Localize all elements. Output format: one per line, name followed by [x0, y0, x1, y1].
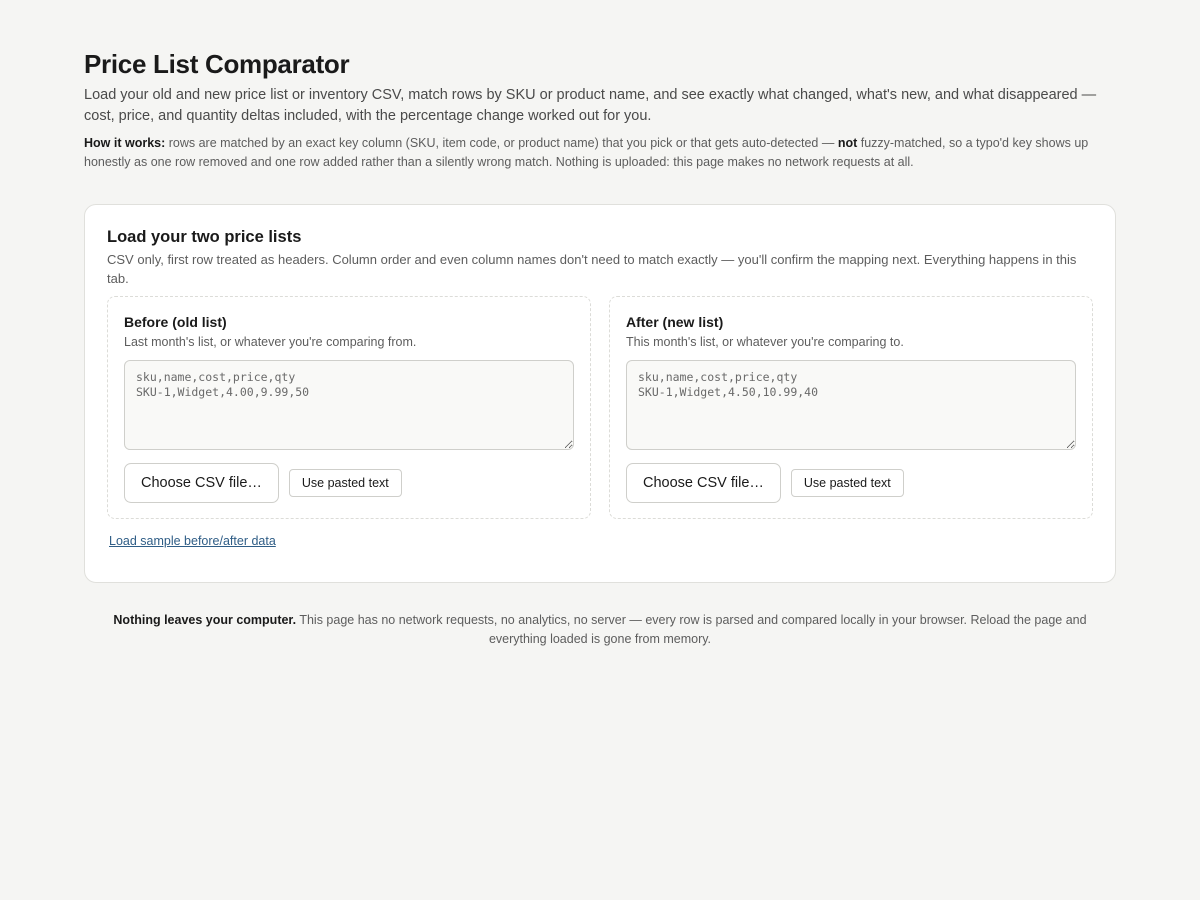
- after-csv-textarea[interactable]: [626, 360, 1076, 450]
- after-panel: After (new list) This month's list, or w…: [609, 296, 1093, 519]
- privacy-footer-bold: Nothing leaves your computer.: [113, 613, 297, 627]
- how-it-works-emphasis: not: [837, 136, 858, 150]
- after-actions: Choose CSV file… Use pasted text: [626, 463, 1076, 503]
- after-panel-hint: This month's list, or whatever you're co…: [626, 335, 904, 349]
- card-title: Load your two price lists: [107, 228, 302, 246]
- after-choose-file-button[interactable]: Choose CSV file…: [626, 463, 781, 503]
- card-subtitle: CSV only, first row treated as headers. …: [107, 252, 1077, 286]
- how-it-works-note: How it works: rows are matched by an exa…: [84, 134, 1116, 172]
- before-choose-file-button[interactable]: Choose CSV file…: [124, 463, 279, 503]
- load-price-lists-card: Load your two price lists CSV only, firs…: [84, 204, 1116, 583]
- privacy-footer-text: This page has no network requests, no an…: [296, 613, 1087, 646]
- privacy-footer: Nothing leaves your computer. This page …: [84, 611, 1116, 649]
- upload-panels: Before (old list) Last month's list, or …: [107, 296, 1093, 519]
- after-use-pasted-button[interactable]: Use pasted text: [790, 469, 904, 497]
- how-it-works-label: How it works:: [84, 136, 166, 150]
- before-panel: Before (old list) Last month's list, or …: [107, 296, 591, 519]
- page-description: Load your old and new price list or inve…: [84, 87, 1097, 124]
- before-use-pasted-button[interactable]: Use pasted text: [288, 469, 402, 497]
- before-csv-textarea[interactable]: [124, 360, 574, 450]
- before-actions: Choose CSV file… Use pasted text: [124, 463, 574, 503]
- page: Price List Comparator Load your old and …: [84, 48, 1116, 646]
- after-panel-title: After (new list): [626, 314, 724, 330]
- before-panel-hint: Last month's list, or whatever you're co…: [124, 335, 417, 349]
- page-title: Price List Comparator: [84, 49, 350, 79]
- how-it-works-text-1: rows are matched by an exact key column …: [165, 136, 838, 150]
- before-panel-title: Before (old list): [124, 314, 227, 330]
- load-sample-data-link[interactable]: Load sample before/after data: [109, 534, 276, 548]
